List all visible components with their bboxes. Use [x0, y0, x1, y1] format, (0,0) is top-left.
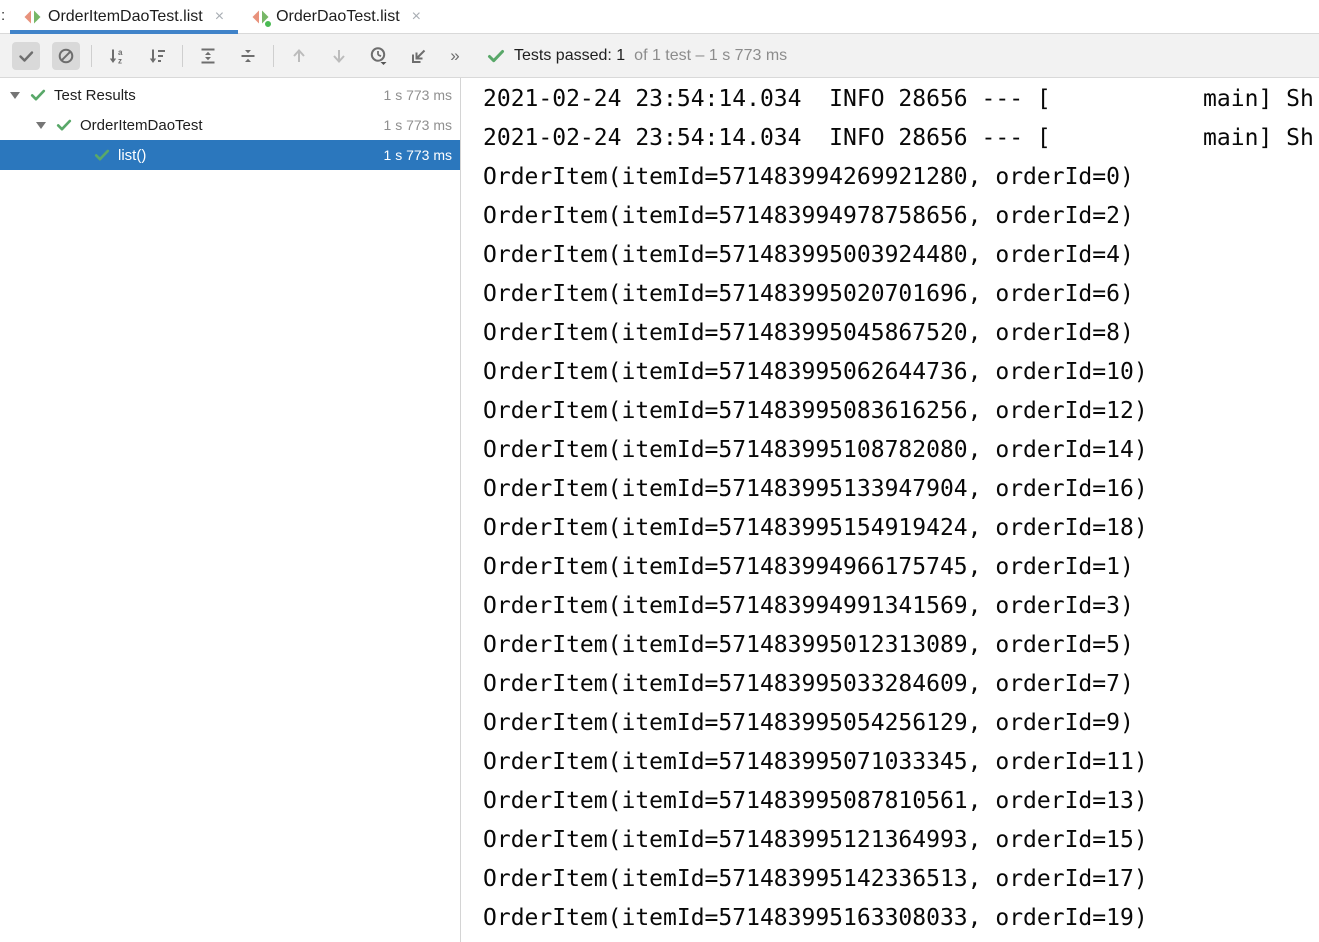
show-ignored-button[interactable]	[52, 42, 80, 70]
sort-alphabetically-button[interactable]: a z	[103, 42, 131, 70]
sort-alphabetically-icon: a z	[108, 47, 126, 65]
console-line: OrderItem(itemId=571483995062644736, ord…	[483, 353, 1319, 392]
close-icon[interactable]: ×	[412, 9, 421, 25]
arrow-down-icon	[330, 47, 348, 65]
tree-row-duration: 1 s 773 ms	[384, 87, 452, 103]
circle-slash-icon	[57, 47, 75, 65]
test-runner-content: Test Results 1 s 773 ms OrderItemDaoTest…	[0, 78, 1319, 942]
chevron-down-icon[interactable]	[36, 122, 46, 129]
console-line: OrderItem(itemId=571483995083616256, ord…	[483, 392, 1319, 431]
console-line: OrderItem(itemId=571483995012313089, ord…	[483, 626, 1319, 665]
console-line: OrderItem(itemId=571483995142336513, ord…	[483, 860, 1319, 899]
tree-row-test-results[interactable]: Test Results 1 s 773 ms	[0, 80, 460, 110]
tree-row-duration: 1 s 773 ms	[384, 147, 452, 163]
console-log-line: 2021-02-24 23:54:14.034 INFO 28656 --- […	[483, 119, 1319, 158]
test-passed-check-icon	[94, 147, 110, 163]
tree-row-label: Test Results	[54, 87, 136, 104]
toolbar-separator	[91, 45, 92, 67]
tree-row-label: list()	[118, 147, 146, 164]
checkmark-icon	[17, 47, 35, 65]
test-passed-check-icon	[30, 87, 46, 103]
close-icon[interactable]: ×	[215, 9, 224, 25]
console-line: OrderItem(itemId=571483994978758656, ord…	[483, 197, 1319, 236]
tab-orderdaotest-list[interactable]: OrderDaoTest.list ×	[238, 0, 435, 33]
console-line: OrderItem(itemId=571483994966175745, ord…	[483, 548, 1319, 587]
import-arrow-icon	[410, 47, 428, 65]
console-line: OrderItem(itemId=571483994269921280, ord…	[483, 158, 1319, 197]
arrow-up-icon	[290, 47, 308, 65]
junit-run-config-icon	[24, 9, 41, 25]
console-line: OrderItem(itemId=571483995003924480, ord…	[483, 236, 1319, 275]
expand-all-button[interactable]	[194, 42, 222, 70]
clipped-edge-text: :	[1, 7, 5, 24]
test-tree[interactable]: Test Results 1 s 773 ms OrderItemDaoTest…	[0, 78, 461, 942]
import-test-results-button[interactable]	[405, 42, 433, 70]
console-line: OrderItem(itemId=571483995045867520, ord…	[483, 314, 1319, 353]
next-failed-test-button[interactable]	[325, 42, 353, 70]
test-runner-toolbar: a z	[0, 34, 1319, 78]
tab-orderitemdaotest-list[interactable]: OrderItemDaoTest.list ×	[10, 0, 238, 33]
console-output-pane[interactable]: 2021-02-24 23:54:14.034 INFO 28656 --- […	[461, 78, 1319, 942]
tree-row-label: OrderItemDaoTest	[80, 117, 203, 134]
sort-by-duration-icon	[148, 47, 166, 65]
clock-history-icon	[369, 46, 389, 66]
tree-row-duration: 1 s 773 ms	[384, 117, 452, 133]
collapse-all-button[interactable]	[234, 42, 262, 70]
test-history-button[interactable]	[365, 42, 393, 70]
toolbar-separator	[273, 45, 274, 67]
console-line: OrderItem(itemId=571483995020701696, ord…	[483, 275, 1319, 314]
editor-tab-bar: : OrderItemDaoTest.list × OrderDaoTest.l…	[0, 0, 1319, 34]
collapse-all-icon	[239, 47, 257, 65]
more-actions-button[interactable]: »	[443, 46, 467, 66]
junit-run-config-passed-icon	[252, 9, 269, 25]
status-detail-text: of 1 test – 1 s 773 ms	[634, 47, 787, 65]
expand-all-icon	[199, 47, 217, 65]
console-line: OrderItem(itemId=571483995108782080, ord…	[483, 431, 1319, 470]
test-passed-dot-icon	[264, 20, 272, 28]
previous-failed-test-button[interactable]	[285, 42, 313, 70]
test-status-summary: Tests passed: 1 of 1 test – 1 s 773 ms	[487, 47, 787, 65]
console-log-line: 2021-02-24 23:54:14.034 INFO 28656 --- […	[483, 80, 1319, 119]
status-passed-text: Tests passed: 1	[514, 47, 625, 65]
tree-row-list-test[interactable]: list() 1 s 773 ms	[0, 140, 460, 170]
tab-label: OrderItemDaoTest.list	[48, 8, 203, 26]
console-line: OrderItem(itemId=571483995133947904, ord…	[483, 470, 1319, 509]
console-line: OrderItem(itemId=571483995154919424, ord…	[483, 509, 1319, 548]
chevron-down-icon[interactable]	[10, 92, 20, 99]
sort-by-duration-button[interactable]	[143, 42, 171, 70]
console-line: OrderItem(itemId=571483995054256129, ord…	[483, 704, 1319, 743]
console-line: OrderItem(itemId=571483995071033345, ord…	[483, 743, 1319, 782]
console-line: OrderItem(itemId=571483995033284609, ord…	[483, 665, 1319, 704]
tab-label: OrderDaoTest.list	[276, 8, 400, 26]
show-passed-button[interactable]	[12, 42, 40, 70]
tree-row-orderitemdaotest[interactable]: OrderItemDaoTest 1 s 773 ms	[0, 110, 460, 140]
console-line: OrderItem(itemId=571483994991341569, ord…	[483, 587, 1319, 626]
toolbar-separator	[182, 45, 183, 67]
console-line: OrderItem(itemId=571483995121364993, ord…	[483, 821, 1319, 860]
test-passed-check-icon	[56, 117, 72, 133]
svg-text:z: z	[118, 56, 122, 65]
console-line: OrderItem(itemId=571483995087810561, ord…	[483, 782, 1319, 821]
console-line: OrderItem(itemId=571483995163308033, ord…	[483, 899, 1319, 938]
tests-passed-check-icon	[487, 47, 505, 65]
